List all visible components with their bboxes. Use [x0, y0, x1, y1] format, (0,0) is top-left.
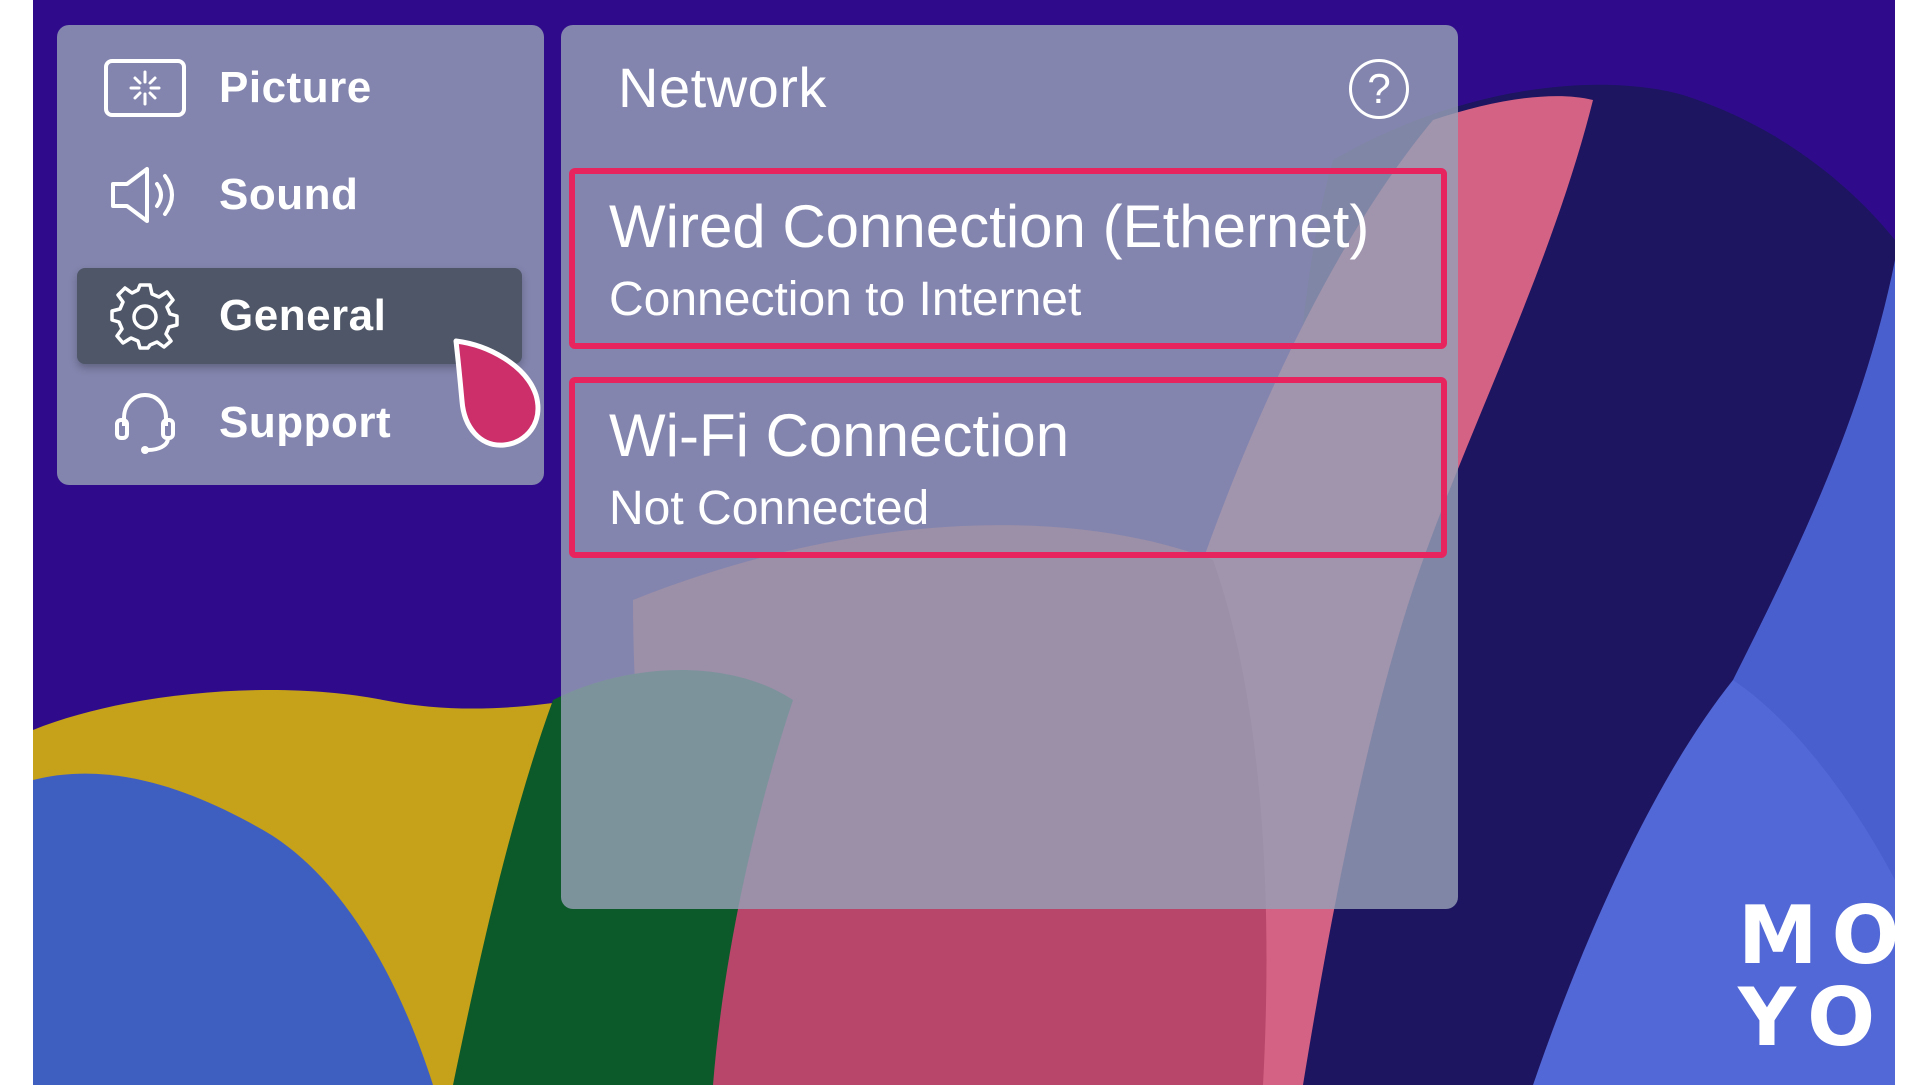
option-status: Not Connected	[609, 482, 930, 535]
wifi-connection-option[interactable]: Wi-Fi Connection Not Connected	[569, 377, 1447, 558]
tv-screen: Picture Sound General Support Network ? …	[33, 0, 1895, 1085]
sidebar-item-label: Support	[219, 398, 392, 447]
logo-line-1: MO	[1738, 889, 1895, 982]
network-panel: Network ? Wired Connection (Ethernet) Co…	[561, 25, 1458, 909]
sidebar-item-label: Picture	[219, 63, 372, 112]
wired-connection-option[interactable]: Wired Connection (Ethernet) Connection t…	[569, 168, 1447, 349]
logo-line-2: YO	[1738, 971, 1890, 1064]
option-status: Connection to Internet	[609, 273, 1082, 326]
moyo-logo: MO YO	[1738, 895, 1895, 1059]
page-title: Network	[618, 56, 827, 119]
sidebar-item-sound[interactable]: Sound	[77, 147, 522, 243]
question-icon[interactable]: ?	[1349, 59, 1409, 119]
sidebar-item-picture[interactable]: Picture	[77, 40, 522, 136]
magic-remote-pointer-icon	[453, 338, 541, 448]
picture-icon	[99, 53, 191, 123]
sidebar-item-label: General	[219, 291, 387, 340]
headset-icon	[99, 388, 191, 458]
gear-icon	[99, 281, 191, 351]
speaker-icon	[99, 160, 191, 230]
option-title: Wi-Fi Connection	[609, 402, 1070, 469]
option-title: Wired Connection (Ethernet)	[609, 193, 1370, 260]
sidebar-item-label: Sound	[219, 170, 359, 219]
